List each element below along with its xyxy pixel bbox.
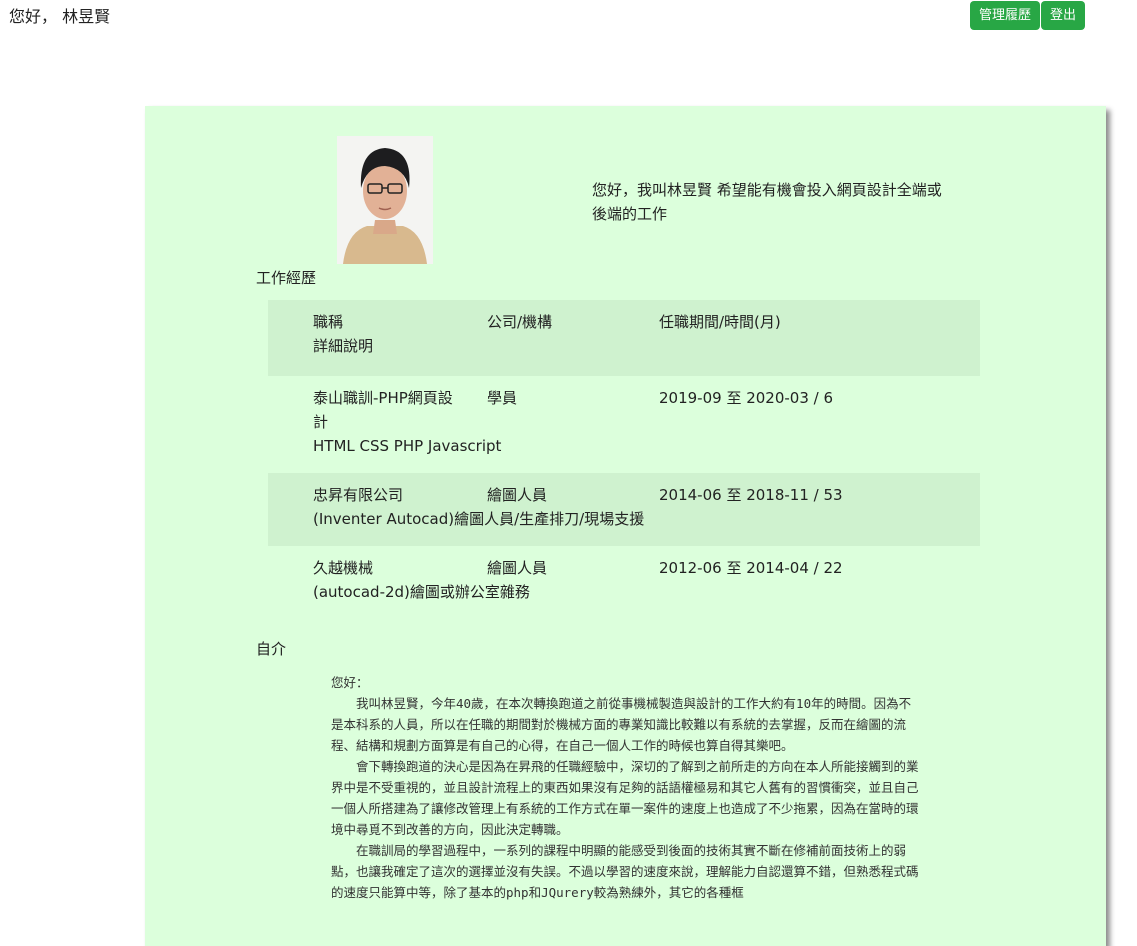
job-detail: (Inventer Autocad)繪圖人員/生產排刀/現場支援	[313, 510, 645, 528]
job-company: 學員	[487, 389, 518, 407]
header-company: 公司/機構	[487, 313, 553, 331]
work-experience-table: 職稱 公司/機構 任職期間/時間(月) 詳細說明 泰山職訓-PHP網頁設計 學員…	[268, 300, 980, 616]
job-period: 2019-09 至 2020-03 / 6	[659, 389, 834, 407]
table-header: 職稱 公司/機構 任職期間/時間(月) 詳細說明	[268, 300, 980, 376]
job-company: 繪圖人員	[487, 559, 548, 577]
job-title: 忠昇有限公司	[313, 486, 404, 504]
greeting-text: 您好， 林昱賢	[9, 7, 111, 26]
manage-resume-button[interactable]: 管理履歷	[970, 1, 1041, 30]
table-row: 泰山職訓-PHP網頁設計 學員 2019-09 至 2020-03 / 6 HT…	[268, 376, 980, 473]
self-intro-text: 您好： 我叫林昱賢，今年40歲，在本次轉換跑道之前從事機械製造與設計的工作大約有…	[331, 672, 921, 903]
self-intro-paragraph: 我叫林昱賢，今年40歲，在本次轉換跑道之前從事機械製造與設計的工作大約有10年的…	[331, 696, 912, 753]
header-period: 任職期間/時間(月)	[659, 313, 781, 331]
job-company: 繪圖人員	[487, 486, 548, 504]
job-detail: (autocad-2d)繪圖或辦公室雜務	[313, 583, 530, 601]
intro-text: 您好，我叫林昱賢 希望能有機會投入網頁設計全端或後端的工作	[592, 181, 942, 223]
job-period: 2014-06 至 2018-11 / 53	[659, 486, 843, 504]
self-intro-title: 自介	[256, 640, 287, 658]
table-row: 忠昇有限公司 繪圖人員 2014-06 至 2018-11 / 53 (Inve…	[268, 473, 980, 546]
table-row: 久越機械 繪圖人員 2012-06 至 2014-04 / 22 (autoca…	[268, 546, 980, 616]
header-detail: 詳細說明	[313, 337, 374, 355]
header-title: 職稱	[313, 313, 344, 331]
job-title: 久越機械	[313, 559, 374, 577]
logout-button[interactable]: 登出	[1041, 1, 1086, 30]
job-detail: HTML CSS PHP Javascript	[313, 437, 502, 455]
job-period: 2012-06 至 2014-04 / 22	[659, 559, 843, 577]
header-actions: 管理履歷 登出	[970, 1, 1086, 30]
job-title: 泰山職訓-PHP網頁設計	[313, 389, 453, 431]
self-intro-salutation: 您好：	[331, 675, 369, 690]
work-experience-title: 工作經歷	[256, 269, 317, 287]
profile-photo	[337, 136, 433, 264]
resume-card: 您好，我叫林昱賢 希望能有機會投入網頁設計全端或後端的工作 工作經歷 職稱 公司…	[145, 106, 1106, 946]
self-intro-paragraph: 會下轉換跑道的決心是因為在昇飛的任職經驗中，深切的了解到之前所走的方向在本人所能…	[331, 759, 919, 837]
self-intro-paragraph: 在職訓局的學習過程中，一系列的課程中明顯的能感受到後面的技術其實不斷在修補前面技…	[331, 843, 919, 900]
